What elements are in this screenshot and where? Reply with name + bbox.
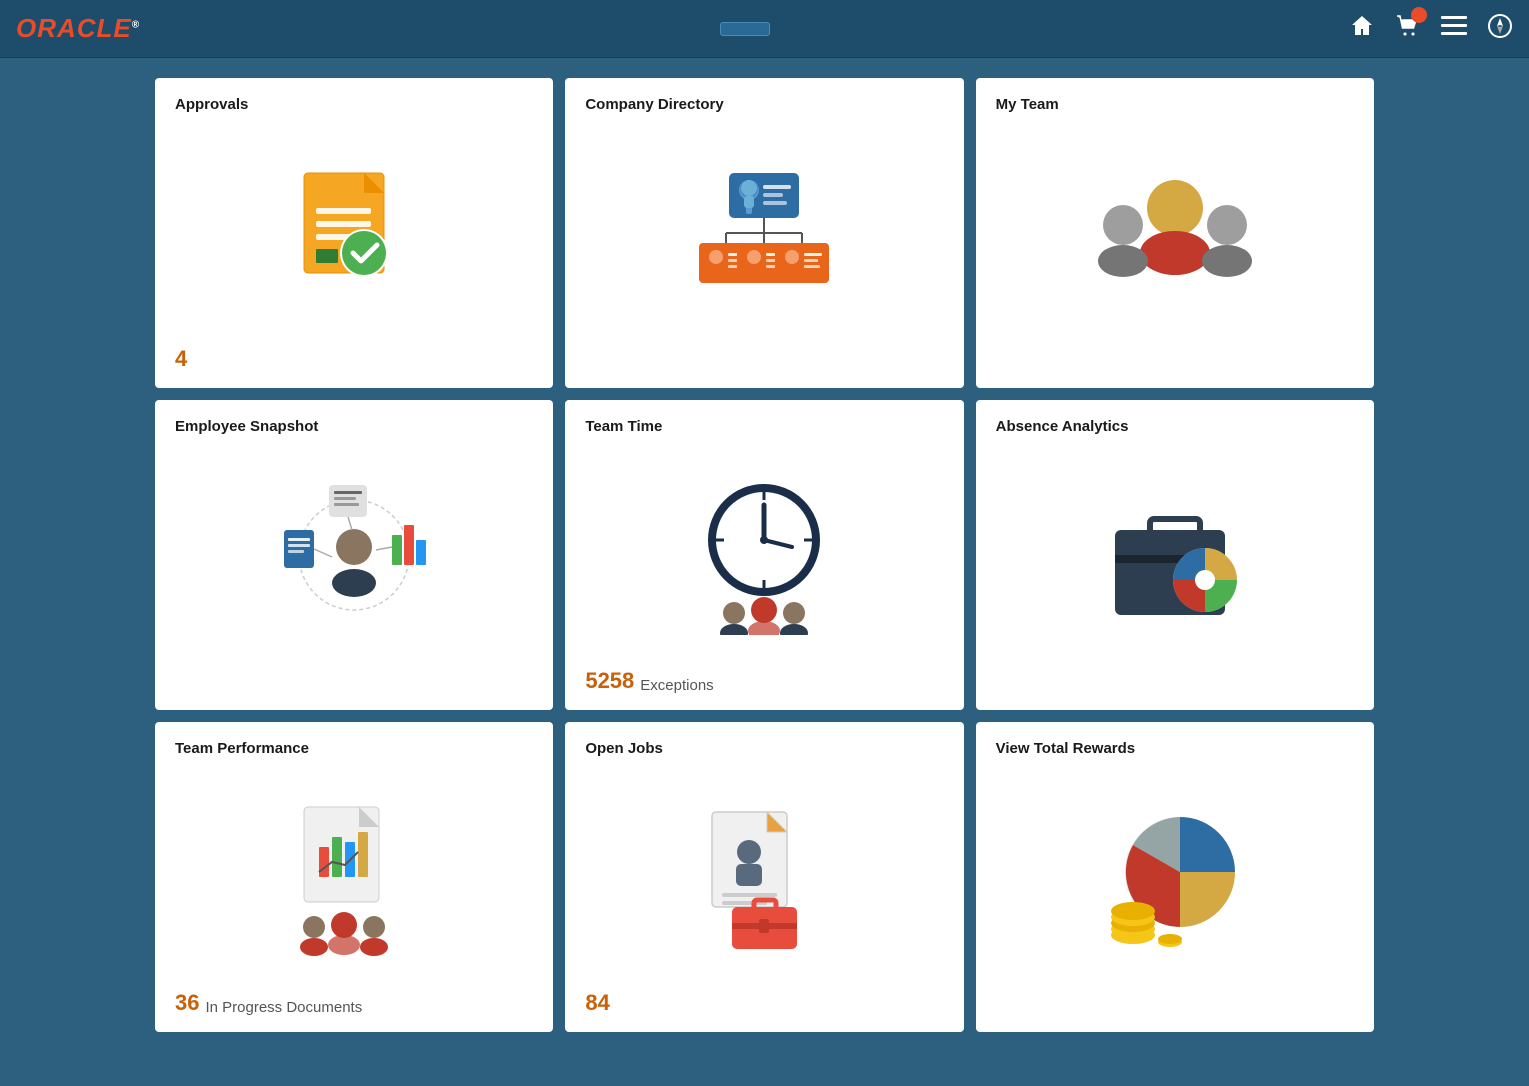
home-icon[interactable] (1349, 13, 1375, 45)
tile-employee-snapshot[interactable]: Employee Snapshot (155, 400, 553, 710)
tile-title-open-jobs: Open Jobs (585, 740, 943, 757)
tile-count-open-jobs: 84 (585, 990, 609, 1016)
oracle-text: ORACLE (16, 13, 132, 43)
tile-footer-approvals: 4 (175, 342, 533, 372)
nav-title-button[interactable] (720, 22, 770, 36)
tile-icon-my-team (996, 123, 1354, 342)
tile-count-team-time: 5258 (585, 668, 634, 694)
tile-title-view-total-rewards: View Total Rewards (996, 740, 1354, 757)
tile-team-performance[interactable]: Team Performance (155, 722, 553, 1032)
tile-footer-team-performance: 36 In Progress Documents (175, 986, 533, 1016)
tile-open-jobs[interactable]: Open Jobs 84 (565, 722, 963, 1032)
header-right (1349, 13, 1513, 45)
tile-icon-absence-analytics (996, 445, 1354, 664)
tile-count-approvals: 4 (175, 346, 187, 372)
tile-icon-open-jobs (585, 767, 943, 986)
tile-icon-team-time (585, 445, 943, 664)
oracle-logo: ORACLE® (16, 13, 140, 44)
compass-icon[interactable] (1487, 13, 1513, 45)
tile-icon-company-directory (585, 123, 943, 342)
tile-title-approvals: Approvals (175, 96, 533, 113)
tile-icon-view-total-rewards (996, 767, 1354, 986)
tile-view-total-rewards[interactable]: View Total Rewards (976, 722, 1374, 1032)
main-content: Approvals 4 (0, 58, 1529, 1052)
tile-company-directory[interactable]: Company Directory (565, 78, 963, 388)
tile-icon-team-performance (175, 767, 533, 986)
tile-count-team-performance: 36 (175, 990, 199, 1016)
tile-title-absence-analytics: Absence Analytics (996, 418, 1354, 435)
tile-footer-view-total-rewards (996, 986, 1354, 1016)
cart-icon[interactable] (1395, 13, 1421, 45)
cart-badge (1411, 7, 1427, 23)
tile-grid: Approvals 4 (155, 78, 1374, 1032)
tile-title-company-directory: Company Directory (585, 96, 943, 113)
tile-icon-approvals (175, 123, 533, 342)
tile-title-employee-snapshot: Employee Snapshot (175, 418, 533, 435)
tile-approvals[interactable]: Approvals 4 (155, 78, 553, 388)
tile-footer-team-time: 5258 Exceptions (585, 664, 943, 694)
tile-absence-analytics[interactable]: Absence Analytics (976, 400, 1374, 710)
header: ORACLE® (0, 0, 1529, 58)
tile-icon-employee-snapshot (175, 445, 533, 664)
tile-my-team[interactable]: My Team (976, 78, 1374, 388)
header-left: ORACLE® (16, 13, 140, 44)
tile-footer-company-directory (585, 342, 943, 372)
tile-count-label-team-performance: In Progress Documents (205, 999, 362, 1016)
tile-title-my-team: My Team (996, 96, 1354, 113)
menu-icon[interactable] (1441, 16, 1467, 42)
tile-footer-employee-snapshot (175, 664, 533, 694)
header-center (720, 22, 770, 36)
tile-count-label-team-time: Exceptions (640, 677, 713, 694)
tile-team-time[interactable]: Team Time (565, 400, 963, 710)
tile-footer-my-team (996, 342, 1354, 372)
tile-footer-absence-analytics (996, 664, 1354, 694)
tile-footer-open-jobs: 84 (585, 986, 943, 1016)
tile-title-team-time: Team Time (585, 418, 943, 435)
tile-title-team-performance: Team Performance (175, 740, 533, 757)
